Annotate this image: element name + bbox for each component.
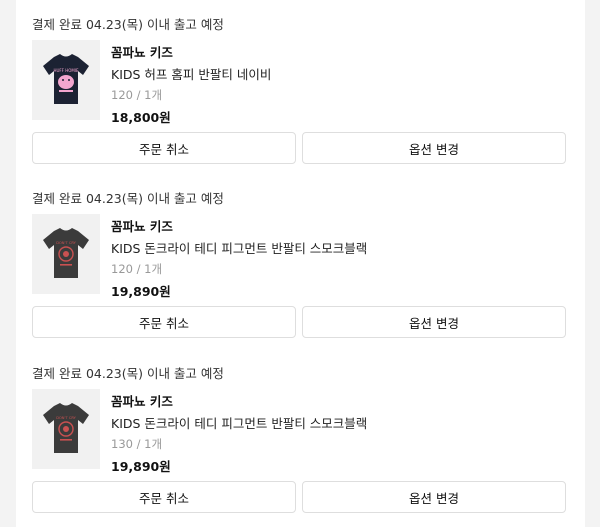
product-thumbnail[interactable]: DON'T CRY xyxy=(32,389,100,469)
shipping-notice: 결제 완료 04.23(목) 이내 출고 예정 xyxy=(32,191,224,206)
product-price: 19,890원 xyxy=(111,284,171,299)
svg-text:DON'T CRY: DON'T CRY xyxy=(56,416,76,420)
smoke-black-tshirt-thumbnail: DON'T CRY xyxy=(43,228,89,278)
navy-tshirt-thumbnail: HUFF HOMIE xyxy=(43,54,89,104)
brand-name: 꼼파뇨 키즈 xyxy=(111,394,173,409)
svg-text:DON'T CRY: DON'T CRY xyxy=(56,241,76,245)
product-price: 18,800원 xyxy=(111,110,171,125)
shipping-notice: 결제 완료 04.23(목) 이내 출고 예정 xyxy=(32,366,224,381)
cancel-order-button[interactable]: 주문 취소 xyxy=(32,481,296,513)
brand-name: 꼼파뇨 키즈 xyxy=(111,219,173,234)
product-option: 120 / 1개 xyxy=(111,88,163,102)
change-option-button[interactable]: 옵션 변경 xyxy=(302,132,566,164)
product-option: 130 / 1개 xyxy=(111,437,163,451)
product-price: 19,890원 xyxy=(111,459,171,474)
product-name[interactable]: KIDS 허프 홈피 반팔티 네이비 xyxy=(111,64,271,83)
order-item: 결제 완료 04.23(목) 이내 출고 예정 HUFF HOMIE 꼼파뇨 키… xyxy=(16,0,585,170)
order-item: 결제 완료 04.23(목) 이내 출고 예정 DON'T CRY 꼼파뇨 키즈… xyxy=(16,174,585,344)
order-list-panel: 결제 완료 04.23(목) 이내 출고 예정 HUFF HOMIE 꼼파뇨 키… xyxy=(16,0,585,527)
product-name[interactable]: KIDS 돈크라이 테디 피그먼트 반팔티 스모크블랙 xyxy=(111,413,367,432)
product-option: 120 / 1개 xyxy=(111,262,163,276)
smoke-black-tshirt-thumbnail: DON'T CRY xyxy=(43,403,89,453)
shipping-notice: 결제 완료 04.23(목) 이내 출고 예정 xyxy=(32,17,224,32)
product-thumbnail[interactable]: HUFF HOMIE xyxy=(32,40,100,120)
cancel-order-button[interactable]: 주문 취소 xyxy=(32,306,296,338)
change-option-button[interactable]: 옵션 변경 xyxy=(302,481,566,513)
product-name[interactable]: KIDS 돈크라이 테디 피그먼트 반팔티 스모크블랙 xyxy=(111,238,367,257)
product-thumbnail[interactable]: DON'T CRY xyxy=(32,214,100,294)
cancel-order-button[interactable]: 주문 취소 xyxy=(32,132,296,164)
brand-name: 꼼파뇨 키즈 xyxy=(111,45,173,60)
order-item: 결제 완료 04.23(목) 이내 출고 예정 DON'T CRY 꼼파뇨 키즈… xyxy=(16,349,585,519)
svg-text:HUFF HOMIE: HUFF HOMIE xyxy=(53,68,79,73)
change-option-button[interactable]: 옵션 변경 xyxy=(302,306,566,338)
